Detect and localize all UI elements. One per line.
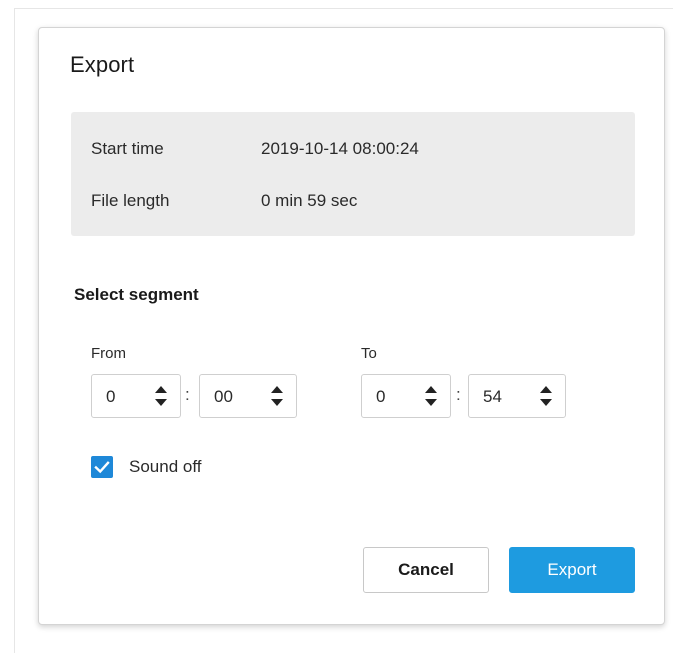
from-minutes-value[interactable]: 0	[106, 387, 115, 407]
export-dialog: Export Start time 2019-10-14 08:00:24 Fi…	[38, 27, 665, 625]
from-label: From	[91, 345, 126, 362]
increment-arrow-icon[interactable]	[271, 386, 283, 393]
to-minutes-spinner[interactable]: 0	[361, 374, 451, 418]
file-length-value: 0 min 59 sec	[261, 191, 358, 210]
sound-off-checkbox[interactable]	[91, 456, 113, 478]
from-minutes-spinner[interactable]: 0	[91, 374, 181, 418]
from-time-separator: :	[185, 385, 190, 404]
to-minutes-value[interactable]: 0	[376, 387, 385, 407]
sound-off-label[interactable]: Sound off	[129, 457, 201, 477]
start-time-label: Start time	[91, 139, 164, 158]
export-button[interactable]: Export	[509, 547, 635, 593]
cancel-button[interactable]: Cancel	[363, 547, 489, 593]
up-down-arrows-icon[interactable]	[270, 384, 284, 410]
decrement-arrow-icon[interactable]	[540, 399, 552, 406]
checkmark-icon	[94, 461, 110, 474]
from-seconds-value[interactable]: 00	[214, 387, 233, 407]
up-down-arrows-icon[interactable]	[539, 384, 553, 410]
to-seconds-spinner[interactable]: 54	[468, 374, 566, 418]
increment-arrow-icon[interactable]	[425, 386, 437, 393]
decrement-arrow-icon[interactable]	[425, 399, 437, 406]
select-segment-heading: Select segment	[74, 285, 199, 304]
dialog-title: Export	[70, 52, 135, 77]
backdrop-divider-left	[14, 8, 15, 653]
from-seconds-spinner[interactable]: 00	[199, 374, 297, 418]
decrement-arrow-icon[interactable]	[155, 399, 167, 406]
increment-arrow-icon[interactable]	[540, 386, 552, 393]
to-label: To	[361, 345, 377, 362]
file-info-panel: Start time 2019-10-14 08:00:24 File leng…	[71, 112, 635, 236]
increment-arrow-icon[interactable]	[155, 386, 167, 393]
to-time-separator: :	[456, 385, 461, 404]
start-time-value: 2019-10-14 08:00:24	[261, 139, 419, 158]
to-seconds-value[interactable]: 54	[483, 387, 502, 407]
decrement-arrow-icon[interactable]	[271, 399, 283, 406]
up-down-arrows-icon[interactable]	[154, 384, 168, 410]
backdrop-divider-top	[14, 8, 673, 9]
up-down-arrows-icon[interactable]	[424, 384, 438, 410]
file-length-label: File length	[91, 191, 170, 210]
